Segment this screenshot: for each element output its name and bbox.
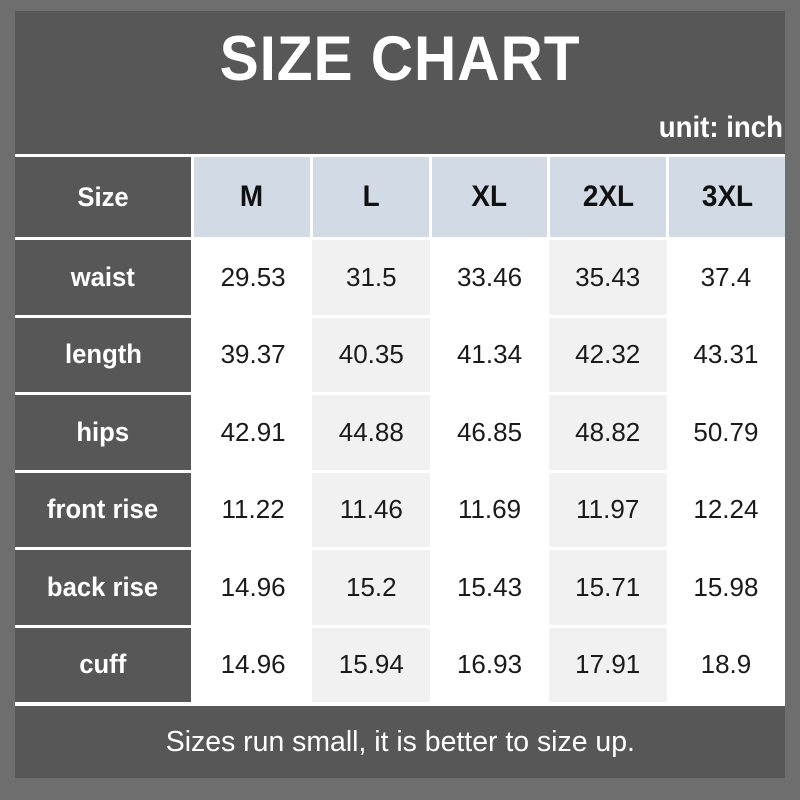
size-column-header-2xl: 2XL: [550, 157, 670, 237]
size-column-label: M: [240, 180, 264, 213]
table-row: cuff 14.96 15.94 16.93 17.91 18.9: [15, 624, 786, 702]
measurement-cell: 41.34: [430, 317, 549, 392]
measurement-cell: 43.31: [666, 317, 786, 392]
measurement-cell: 15.98: [666, 550, 786, 625]
measurement-cell: 46.85: [430, 395, 549, 470]
measurement-cell: 14.96: [194, 627, 313, 702]
size-column-label: XL: [471, 180, 508, 213]
table-header-row: Size M L XL 2XL 3XL: [15, 154, 785, 237]
measurement-cell: 16.93: [430, 627, 549, 702]
size-column-header-xl: XL: [431, 157, 551, 237]
title-band: SIZE CHART unit: inch: [15, 11, 785, 154]
table-row: back rise 14.96 15.2 15.43 15.71 15.98: [15, 547, 786, 625]
row-label-text: cuff: [79, 649, 127, 680]
size-column-label: 2XL: [582, 180, 634, 213]
row-label-waist: waist: [15, 240, 194, 315]
measurement-cell: 15.2: [312, 550, 431, 625]
measurement-cell: 44.88: [312, 395, 431, 470]
size-chart-panel: SIZE CHART unit: inch Size M L XL 2XL 3XL wais…: [15, 11, 786, 778]
size-chart-root: SIZE CHART unit: inch Size M L XL 2XL 3XL wais…: [0, 0, 800, 800]
row-label-front-rise: front rise: [15, 472, 194, 547]
row-label-text: back rise: [47, 571, 159, 602]
measurement-cell: 11.69: [430, 472, 549, 547]
page-title: SIZE CHART: [219, 24, 581, 94]
measurement-cell: 15.43: [430, 550, 549, 625]
size-column-label: L: [362, 180, 380, 213]
measurement-cell: 48.82: [548, 395, 667, 470]
size-column-label: 3XL: [701, 180, 753, 213]
measurement-cell: 12.24: [666, 472, 786, 547]
table-row: hips 42.91 44.88 46.85 48.82 50.79: [15, 392, 786, 470]
measurement-cell: 35.43: [548, 240, 667, 315]
row-label-length: length: [15, 317, 194, 392]
measurement-cell: 29.53: [194, 240, 313, 315]
measurement-cell: 37.4: [666, 240, 786, 315]
measurements-table: Size M L XL 2XL 3XL waist 29.53 31.5 33.46 35.43 37…: [15, 154, 786, 702]
unit-label: unit: inch: [658, 111, 783, 144]
measurement-cell: 33.46: [430, 240, 549, 315]
table-row: front rise 11.22 11.46 11.69 11.97 12.24: [15, 469, 786, 547]
row-label-text: hips: [76, 416, 130, 447]
table-row: length 39.37 40.35 41.34 42.32 43.31: [15, 314, 786, 392]
measurement-cell: 15.71: [548, 550, 667, 625]
measurement-cell: 17.91: [548, 627, 667, 702]
row-label-text: length: [64, 339, 142, 370]
row-label-text: front rise: [47, 494, 159, 525]
measurement-cell: 39.37: [194, 317, 313, 392]
size-column-header-3xl: 3XL: [669, 157, 785, 237]
measurement-cell: 14.96: [194, 550, 313, 625]
measurement-cell: 42.91: [194, 395, 313, 470]
measurement-cell: 11.46: [312, 472, 431, 547]
measurement-cell: 11.97: [548, 472, 667, 547]
footer-note: Sizes run small, it is better to size up…: [165, 726, 635, 758]
size-column-header-l: L: [312, 157, 432, 237]
table-row: waist 29.53 31.5 33.46 35.43 37.4: [15, 237, 786, 315]
table-corner-label: Size: [77, 181, 129, 212]
measurement-cell: 31.5: [312, 240, 431, 315]
measurement-cell: 40.35: [312, 317, 431, 392]
row-label-text: waist: [70, 261, 136, 292]
measurement-cell: 42.32: [548, 317, 667, 392]
measurement-cell: 11.22: [194, 472, 313, 547]
footer-band: Sizes run small, it is better to size up…: [15, 702, 785, 778]
table-corner-header: Size: [15, 157, 194, 237]
measurement-cell: 50.79: [666, 395, 786, 470]
row-label-back-rise: back rise: [15, 550, 194, 625]
row-label-hips: hips: [15, 395, 194, 470]
size-column-header-m: M: [194, 157, 313, 237]
row-label-cuff: cuff: [15, 627, 194, 702]
measurement-cell: 15.94: [312, 627, 431, 702]
measurement-cell: 18.9: [666, 627, 786, 702]
